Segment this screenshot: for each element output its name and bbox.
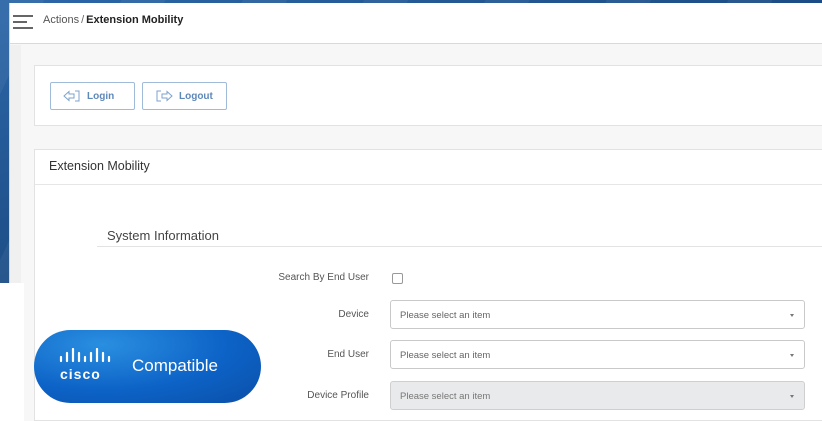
chevron-down-icon <box>790 395 794 398</box>
chevron-down-icon <box>790 314 794 317</box>
section-title: System Information <box>107 228 219 243</box>
device-select[interactable]: Please select an item <box>390 300 805 329</box>
device-profile-select-value: Please select an item <box>400 391 491 402</box>
search-by-end-user-checkbox[interactable] <box>392 273 403 284</box>
end-user-select-value: Please select an item <box>400 350 491 361</box>
login-arrow-icon <box>63 90 80 102</box>
logout-button[interactable]: Logout <box>142 82 227 110</box>
cisco-wordmark: cisco <box>60 366 101 382</box>
end-user-select[interactable]: Please select an item <box>390 340 805 369</box>
device-select-value: Please select an item <box>400 310 491 321</box>
chevron-down-icon <box>790 354 794 357</box>
section-divider <box>97 246 822 247</box>
hamburger-menu-icon[interactable] <box>13 15 33 29</box>
cisco-compatible-badge: cisco Compatible <box>34 330 261 403</box>
actions-card: Login Logout <box>34 65 822 126</box>
device-label: Device <box>338 309 369 320</box>
compatible-label: Compatible <box>132 356 218 375</box>
top-bar: Actions / Extension Mobility <box>10 3 822 44</box>
device-profile-select[interactable]: Please select an item <box>390 381 805 410</box>
panel-header: Extension Mobility <box>35 150 822 185</box>
breadcrumb-separator: / <box>81 14 85 26</box>
breadcrumb: Actions / Extension Mobility <box>43 14 183 26</box>
breadcrumb-current: Extension Mobility <box>86 14 184 26</box>
search-by-end-user-label: Search By End User <box>278 272 369 283</box>
logout-label: Logout <box>179 90 213 102</box>
login-button[interactable]: Login <box>50 82 135 110</box>
breadcrumb-parent[interactable]: Actions <box>43 14 79 26</box>
login-label: Login <box>87 90 115 102</box>
logout-arrow-icon <box>156 90 173 102</box>
left-white-strip <box>0 283 24 421</box>
panel-title: Extension Mobility <box>49 159 150 173</box>
